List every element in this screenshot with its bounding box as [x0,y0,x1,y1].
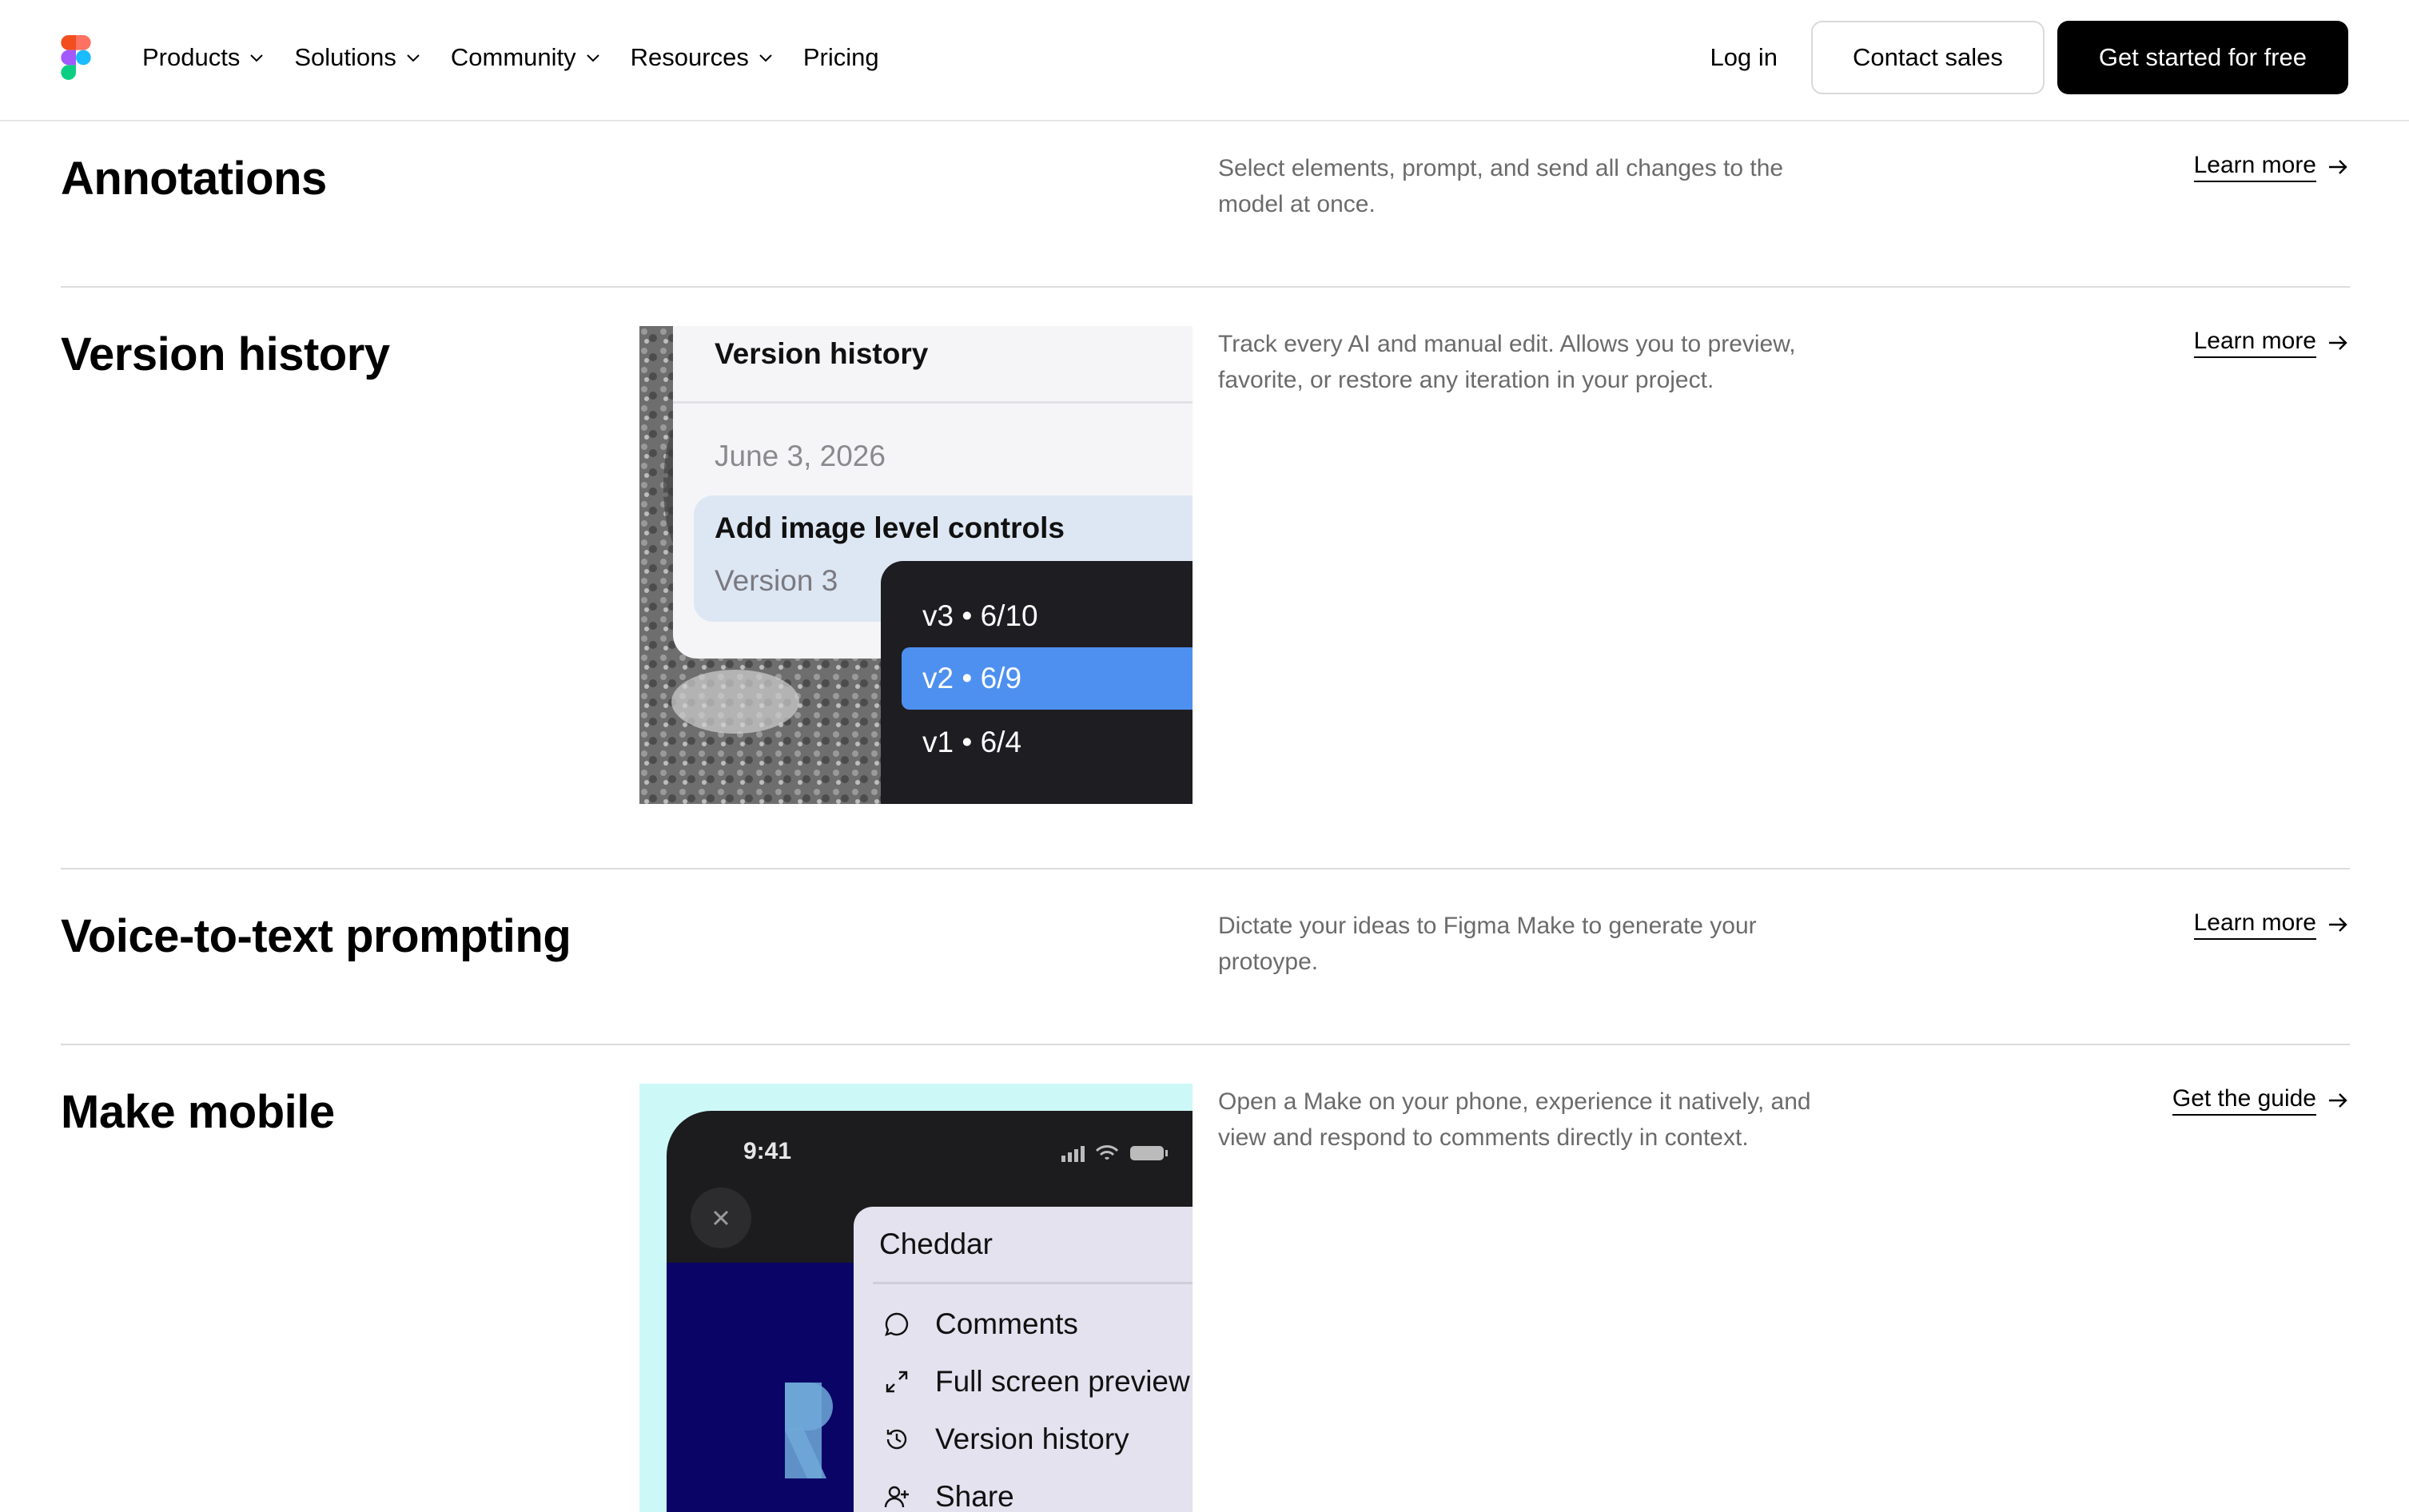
nav-item-label: Products [142,43,241,71]
chevron-down-icon [759,54,772,62]
nav-item-label: Solutions [294,43,396,71]
version-history-illustration: Version history June 3, 2026 Add image l… [639,326,1193,804]
arrow-right-icon [2329,1093,2347,1108]
link-label: Learn more [2193,328,2316,358]
learn-more-link[interactable]: Learn more [2193,152,2350,182]
learn-more-link[interactable]: Learn more [2193,909,2350,940]
feature-row-voice-to-text: Voice-to-text prompting Dictate your ide… [61,869,2350,1044]
feature-row-annotations: Annotations Select elements, prompt, and… [61,121,2350,286]
nav-item-label: Community [450,43,576,71]
menu-item-label: Share [935,1480,1014,1512]
learn-more-link[interactable]: Learn more [2193,328,2350,358]
feature-title: Annotations [61,153,327,205]
close-button[interactable] [691,1188,751,1248]
chevron-down-icon [407,54,420,62]
status-bar-icons [1061,1145,1168,1162]
feature-description: Dictate your ideas to Figma Make to gene… [1218,913,1757,975]
get-started-button[interactable]: Get started for free [2057,21,2348,94]
feature-description: Select elements, prompt, and send all ch… [1218,155,1784,217]
feature-row-make-mobile: Make mobile Open a Make on your phone, e… [61,1045,2350,1512]
feature-title: Version history [61,328,390,380]
nav-menu: Products Solutions Community Resources P… [142,40,908,75]
make-mobile-illustration: 9:41 Cheddar Comments Full screen previe… [639,1084,1193,1512]
link-label: Get the guide [2172,1085,2316,1116]
menu-item-label: Full screen preview [935,1365,1190,1398]
feature-title: Voice-to-text prompting [61,910,571,962]
version-option-selected[interactable]: v2 • 6/9 [902,647,1193,710]
menu-item-full-screen-preview[interactable]: Full screen preview [882,1365,1190,1399]
menu-item-version-history[interactable]: Version history [882,1422,1129,1456]
figma-logo-icon[interactable] [61,35,91,80]
arrow-right-icon [2329,160,2347,174]
nav-actions: Log in Contact sales Get started for fre… [1710,21,2348,94]
link-label: Learn more [2193,909,2316,940]
version-option[interactable]: v1 • 6/4 [881,711,1193,774]
version-date: June 3, 2026 [715,440,886,472]
link-label: Learn more [2193,152,2316,182]
chevron-down-icon [586,54,599,62]
status-bar-time: 9:41 [743,1138,792,1164]
version-dropdown: v3 • 6/10 v2 • 6/9 v1 • 6/4 [881,561,1193,804]
chevron-down-icon [250,54,264,62]
menu-item-label: Comments [935,1307,1078,1340]
feature-title: Make mobile [61,1086,335,1138]
feature-row-version-history: Version history Track every AI and manua… [61,288,2350,868]
expand-icon [886,1371,908,1393]
version-entry-subtitle: Version 3 [715,564,838,597]
history-icon [886,1429,907,1450]
top-navigation: Products Solutions Community Resources P… [0,0,2409,121]
add-user-icon [884,1486,909,1508]
nav-item-pricing[interactable]: Pricing [803,43,879,72]
nav-item-label: Resources [630,43,749,71]
phone-mockup: 9:41 Cheddar Comments Full screen previe… [667,1111,1193,1512]
arrow-right-icon [2329,336,2347,350]
panel-title: Version history [715,337,929,370]
menu-title: Cheddar [879,1228,993,1260]
arrow-right-icon [2329,917,2347,932]
nav-item-community[interactable]: Community [451,43,602,72]
menu-divider [873,1282,1193,1284]
menu-item-label: Version history [935,1422,1129,1455]
nav-item-label: Pricing [802,43,879,71]
feature-description: Track every AI and manual edit. Allows y… [1218,331,1796,393]
menu-item-share[interactable]: Share [882,1480,1014,1512]
login-link[interactable]: Log in [1710,43,1778,72]
nav-item-solutions[interactable]: Solutions [294,43,422,72]
feature-description: Open a Make on your phone, experience it… [1218,1088,1811,1151]
context-menu: Cheddar Comments Full screen preview Ver… [854,1207,1193,1512]
nav-item-products[interactable]: Products [142,43,265,72]
get-the-guide-link[interactable]: Get the guide [2172,1085,2350,1116]
version-option[interactable]: v3 • 6/10 [881,585,1193,647]
close-icon [713,1210,729,1226]
nav-item-resources[interactable]: Resources [631,43,774,72]
panel-divider [673,401,1193,404]
menu-item-comments[interactable]: Comments [882,1307,1078,1341]
version-entry-title: Add image level controls [715,511,1065,544]
contact-sales-button[interactable]: Contact sales [1811,21,2045,94]
comment-icon [885,1312,909,1336]
